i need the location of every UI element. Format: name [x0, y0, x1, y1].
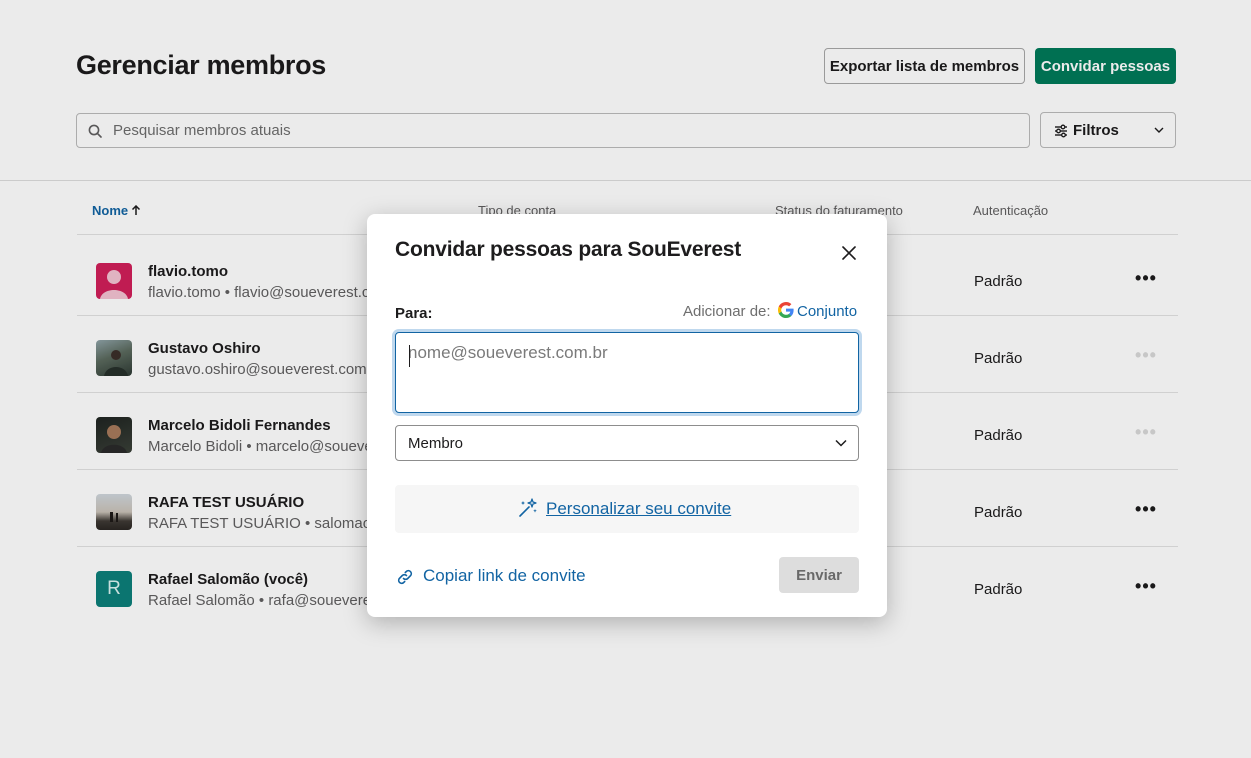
- role-select-value: Membro: [408, 435, 464, 452]
- copy-invite-link-label: Copiar link de convite: [423, 566, 586, 585]
- text-caret: [409, 345, 410, 367]
- invite-modal: Convidar pessoas para SouEverest Para: A…: [367, 214, 887, 617]
- close-button[interactable]: [836, 240, 862, 266]
- link-icon: [397, 569, 413, 585]
- google-workspace-link[interactable]: Conjunto: [797, 303, 857, 320]
- send-button[interactable]: Enviar: [779, 557, 859, 593]
- email-field[interactable]: [395, 332, 859, 413]
- add-from-label: Adicionar de:: [683, 303, 771, 320]
- customize-invite-label: Personalizar seu convite: [546, 499, 732, 518]
- role-select[interactable]: Membro: [395, 425, 859, 461]
- email-input[interactable]: [396, 333, 858, 412]
- to-label: Para:: [395, 305, 433, 322]
- modal-title: Convidar pessoas para SouEverest: [395, 238, 742, 261]
- google-icon[interactable]: [778, 302, 794, 318]
- customize-invite-button[interactable]: Personalizar seu convite: [395, 485, 859, 533]
- sparkle-wand-icon: [519, 498, 537, 517]
- close-icon: [842, 246, 856, 260]
- chevron-down-icon: [835, 439, 847, 447]
